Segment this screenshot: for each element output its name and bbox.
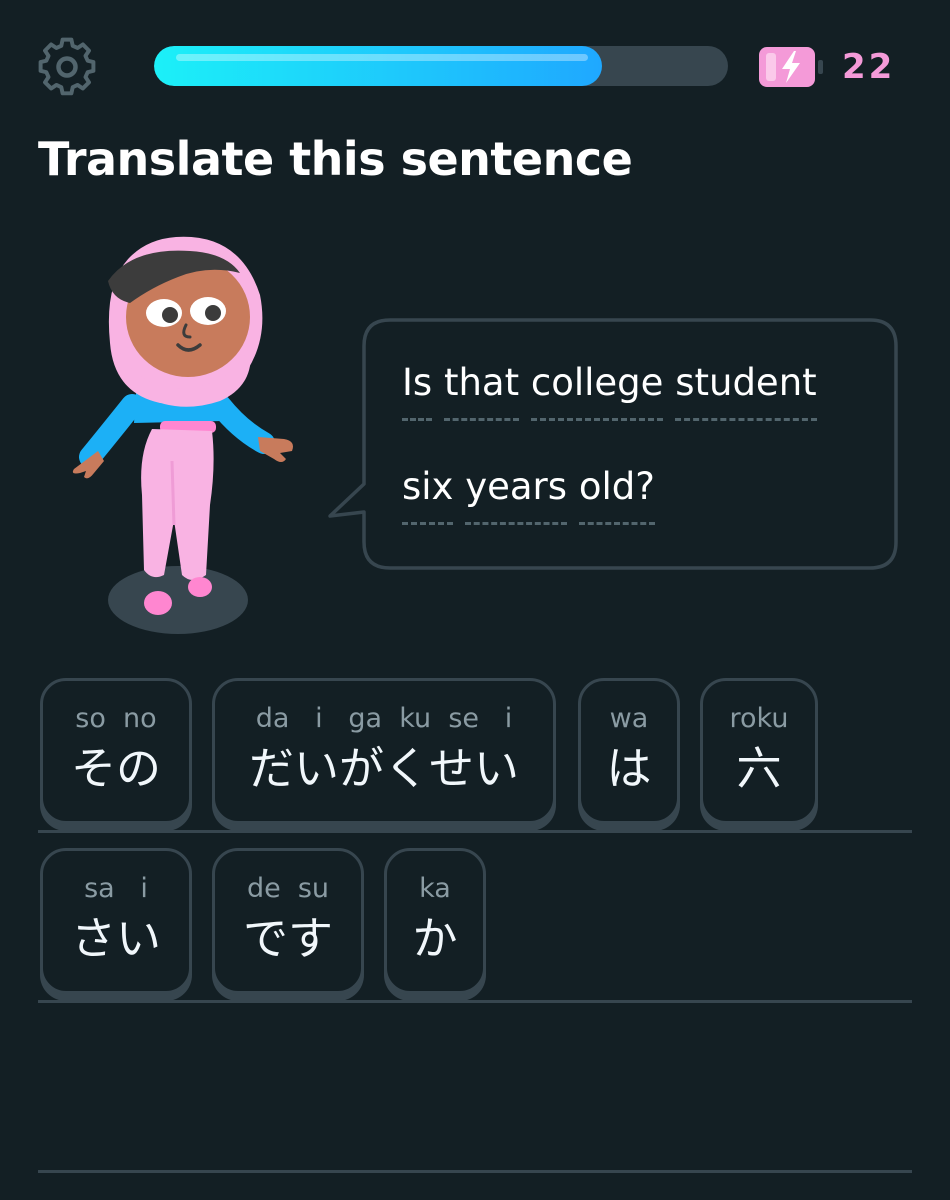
word-kana: その [70,742,161,795]
word-chip-daigakusei[interactable]: da i ga ku se i だいがくせい [212,678,556,824]
word-chip-desu[interactable]: de su です [212,848,364,994]
word-romaji: roku [729,703,789,734]
prompt-word[interactable]: years [465,462,568,525]
word-romaji: de su [246,873,330,904]
word-kana: さい [70,912,161,965]
speech-bubble: Is that college student six years old? [326,316,900,572]
progress-highlight [176,54,588,61]
energy-count: 22 [842,47,896,87]
answer-line-2 [38,1000,912,1003]
word-romaji: sa i [84,873,148,904]
prompt-word[interactable]: that [443,358,520,421]
prompt-word[interactable]: college [530,358,664,421]
prompt-word[interactable]: student [675,358,817,421]
prompt-line-2: six years old? [402,462,655,525]
word-romaji: da i ga ku se i [255,703,513,734]
lesson-progress-fill [154,46,602,86]
prompt-word[interactable]: six [402,462,454,525]
word-chip-roku[interactable]: roku 六 [700,678,818,824]
word-chip-sono[interactable]: so no その [40,678,192,824]
word-kana: です [242,912,333,965]
word-kana: は [606,742,652,795]
word-romaji: so no [75,703,157,734]
character-illustration [60,225,320,645]
word-chip-sai[interactable]: sa i さい [40,848,192,994]
lesson-progress-bar [154,46,728,86]
answer-line-1 [38,830,912,833]
word-romaji: wa [609,703,649,734]
prompt-word[interactable]: old? [578,462,655,525]
word-chip-wa[interactable]: wa は [578,678,680,824]
word-kana: か [412,912,458,965]
page-title: Translate this sentence [38,132,633,186]
prompt-line-1: Is that college student [402,358,817,421]
word-kana: 六 [736,742,782,795]
word-chip-ka[interactable]: ka か [384,848,486,994]
word-kana: だいがくせい [248,742,519,795]
settings-button[interactable] [36,36,98,98]
battery-lightning-icon [759,47,823,87]
word-romaji: ka [419,873,451,904]
prompt-word[interactable]: Is [402,358,433,421]
answer-line-3 [38,1170,912,1173]
lesson-screen: 22 Translate this sentence Is that colle… [0,0,950,1200]
gear-icon [38,37,96,96]
